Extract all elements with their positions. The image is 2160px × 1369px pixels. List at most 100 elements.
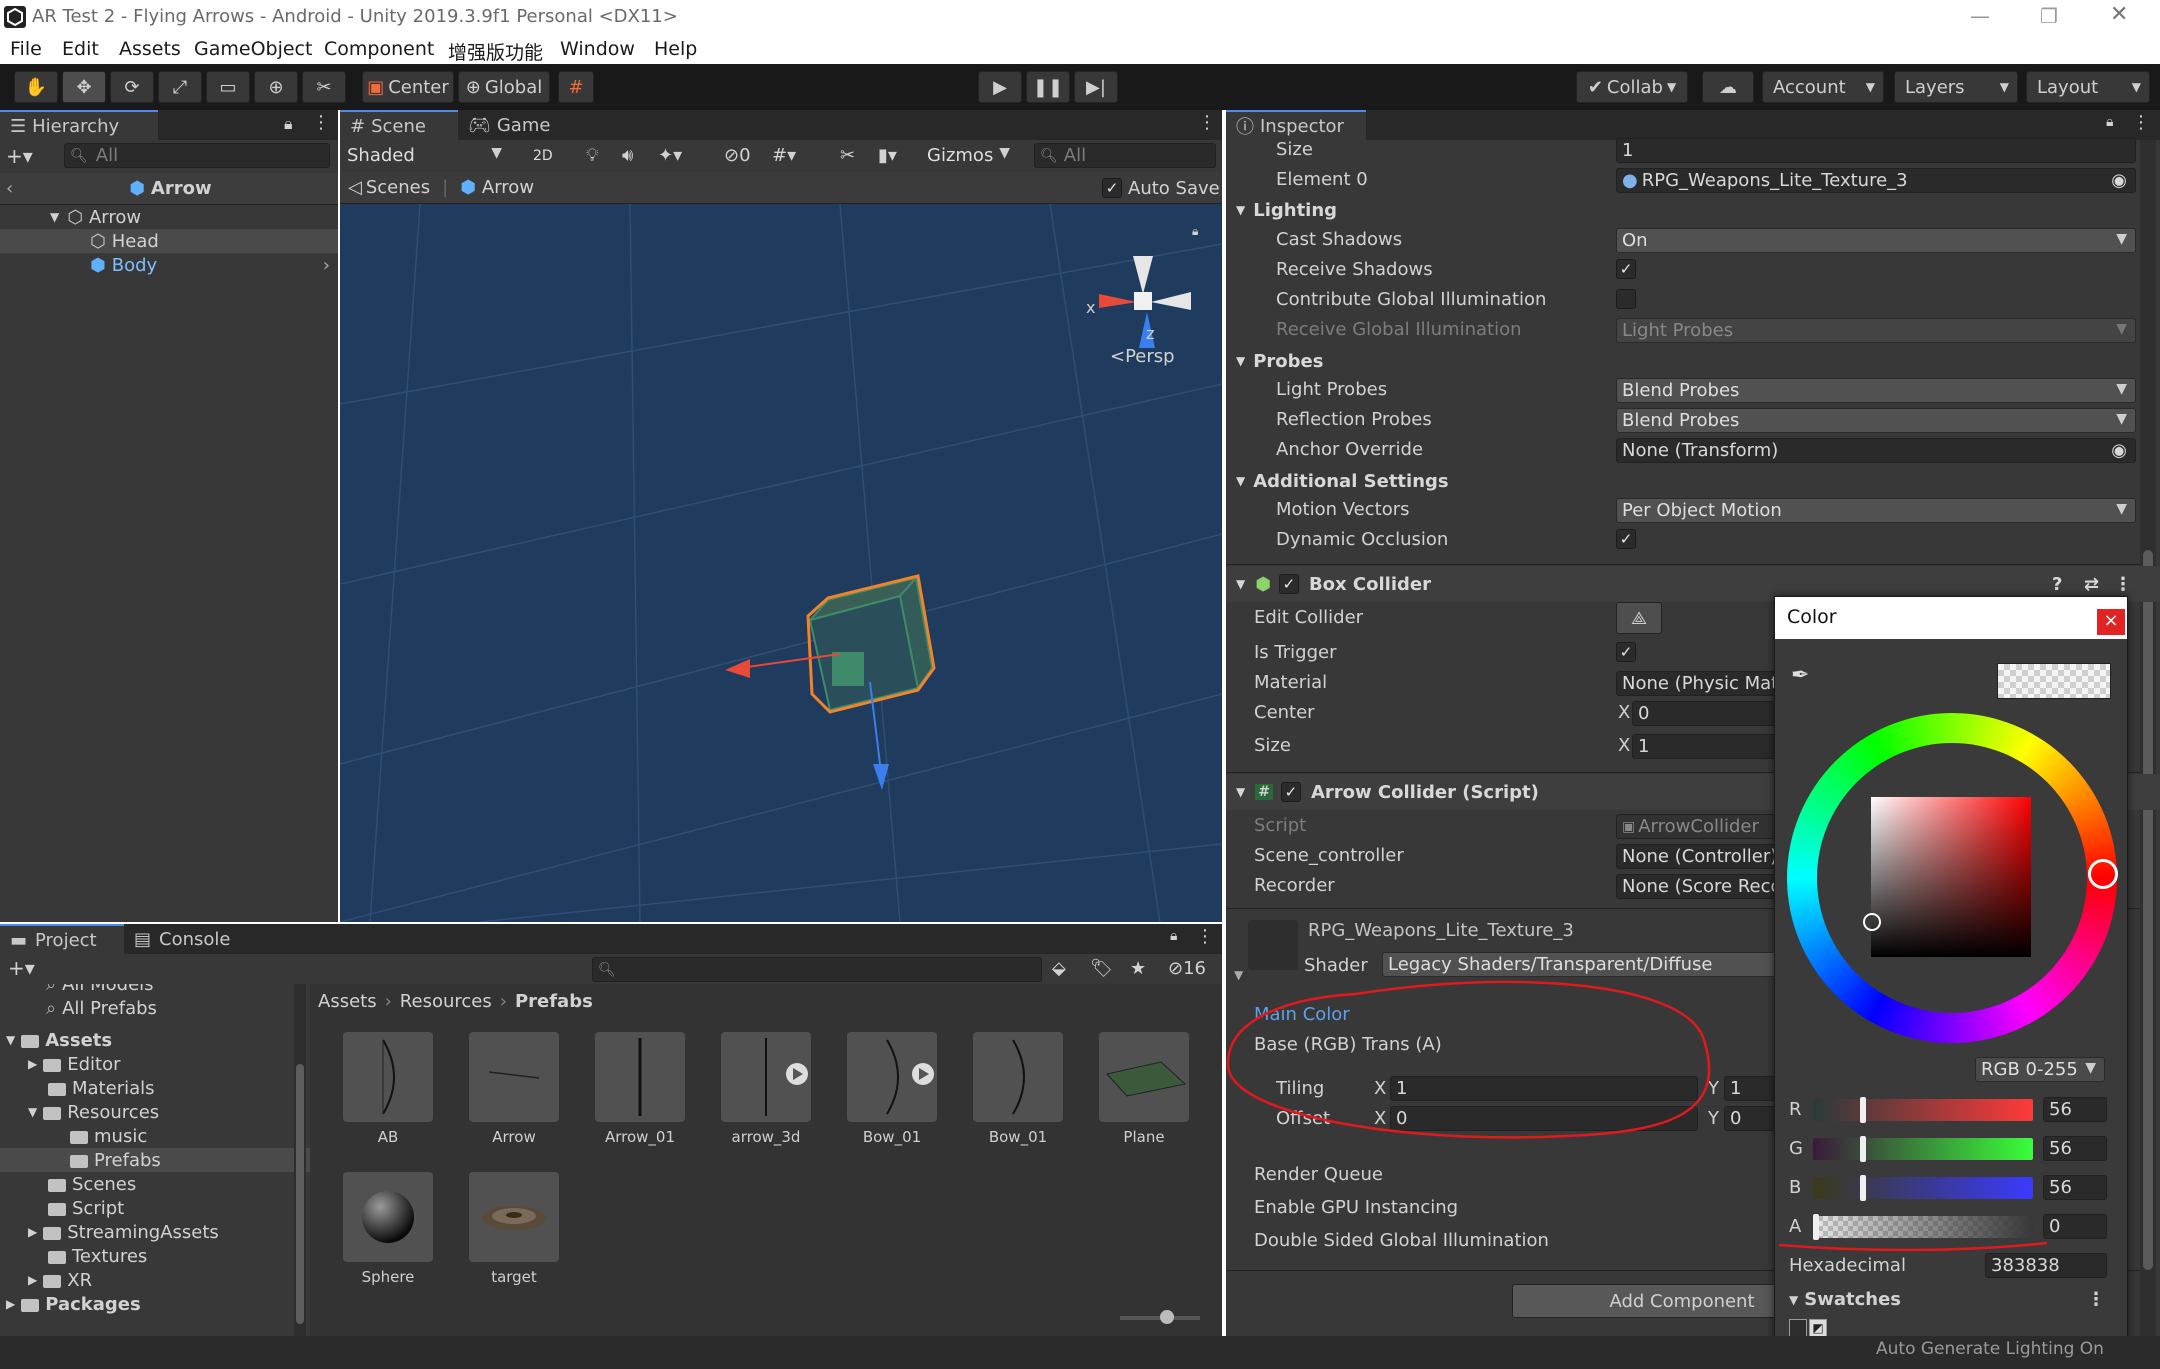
menu-gameobject[interactable]: GameObject	[194, 38, 312, 60]
breadcrumb-assets[interactable]: Assets	[318, 991, 377, 1012]
menu-file[interactable]: File	[10, 38, 42, 60]
expand-arrow-icon[interactable]: ▶	[28, 1273, 37, 1287]
add-swatch-icon[interactable]: ◩	[1809, 1319, 1827, 1337]
preset-icon[interactable]: ⇄	[2084, 574, 2099, 595]
pivot-global-button[interactable]: ⊕ Global	[458, 71, 550, 103]
blue-value-field[interactable]: 56	[2043, 1175, 2107, 1200]
expand-arrow-icon[interactable]: ▶	[28, 1057, 37, 1071]
breadcrumb-prefabs[interactable]: Prefabs	[515, 991, 593, 1012]
kebab-menu-icon[interactable]: ⋮	[312, 112, 330, 133]
step-button[interactable]: ▶|	[1074, 71, 1118, 103]
menu-assets[interactable]: Assets	[119, 38, 181, 60]
expand-arrow-icon[interactable]: ▶	[6, 1297, 15, 1311]
probes-section-header[interactable]: ▼ Probes	[1226, 346, 2160, 376]
menu-enhanced[interactable]: 增强版功能	[448, 38, 543, 65]
rect-tool-icon[interactable]: ▭	[206, 71, 250, 103]
inspector-scrollbar[interactable]	[2140, 140, 2156, 1336]
tab-project[interactable]: ▬ Project	[0, 924, 124, 954]
arrow-collider-enabled-checkbox[interactable]: ✓	[1280, 782, 1301, 802]
asset-tile[interactable]: Sphere	[342, 1172, 434, 1286]
asset-tile[interactable]: Arrow	[468, 1032, 560, 1146]
grid-toggle-icon[interactable]: #▾	[772, 145, 796, 166]
tree-item-script[interactable]: Script	[0, 1196, 310, 1220]
tab-scene[interactable]: # Scene	[340, 110, 458, 140]
tree-scrollbar[interactable]	[294, 984, 306, 1336]
account-dropdown[interactable]: Account ▼	[1762, 71, 1884, 103]
asset-tile[interactable]: Arrow_01	[594, 1032, 686, 1146]
lock-icon[interactable]: 🔒︎	[1170, 928, 1177, 944]
favorite-all-prefabs[interactable]: ⌕ All Prefabs	[0, 996, 310, 1020]
menu-component[interactable]: Component	[324, 38, 434, 60]
swatch-item[interactable]	[1789, 1319, 1807, 1337]
move-tool-icon[interactable]: ✥	[62, 71, 106, 103]
menu-window[interactable]: Window	[560, 38, 635, 60]
snap-grid-icon[interactable]: #	[558, 71, 594, 103]
tab-hierarchy[interactable]: ☰ Hierarchy	[0, 110, 158, 140]
close-button[interactable]: ✕	[2110, 2, 2128, 27]
is-trigger-checkbox[interactable]: ✓	[1616, 642, 1636, 662]
lock-icon[interactable]: 🔒︎	[2106, 114, 2113, 130]
tab-inspector[interactable]: ⓘ Inspector	[1226, 110, 1366, 140]
expand-arrow-icon[interactable]: ▶	[28, 1225, 37, 1239]
reflection-probes-dropdown[interactable]: Blend Probes ▼	[1616, 408, 2136, 433]
blue-slider[interactable]	[1813, 1175, 2033, 1201]
kebab-menu-icon[interactable]: ⋮	[1198, 112, 1216, 133]
hierarchy-item-body[interactable]: ⬢ Body ›	[0, 253, 338, 277]
thumbnail-size-slider[interactable]	[1120, 1310, 1200, 1324]
tree-item-music[interactable]: music	[0, 1124, 310, 1148]
green-value-field[interactable]: 56	[2043, 1136, 2107, 1161]
camera-icon[interactable]: ▮▾	[878, 145, 897, 166]
tree-item-scenes[interactable]: Scenes	[0, 1172, 310, 1196]
foldout-arrow-icon[interactable]: ▼	[1236, 474, 1245, 488]
scale-tool-icon[interactable]: ⤢	[158, 71, 202, 103]
object-picker-icon[interactable]: ◉	[2111, 170, 2127, 191]
red-slider[interactable]	[1813, 1097, 2033, 1123]
kebab-menu-icon[interactable]: ⋮	[2087, 1289, 2105, 1310]
expand-arrow-icon[interactable]: ▼	[50, 210, 59, 224]
asset-tile[interactable]: arrow_3d	[720, 1032, 812, 1146]
center-x-field[interactable]: 0	[1632, 701, 1776, 726]
menu-help[interactable]: Help	[654, 38, 697, 60]
hand-tool-icon[interactable]: ✋	[14, 71, 58, 103]
breadcrumb-resources[interactable]: Resources	[400, 991, 492, 1012]
favorite-all-models[interactable]: ⌕ All Models	[0, 984, 310, 996]
hierarchy-item-arrow[interactable]: ▼ ⬡ Arrow	[0, 205, 338, 229]
alpha-value-field[interactable]: 0	[2043, 1214, 2107, 1239]
swatches-header[interactable]: ▼ Swatches ⋮	[1789, 1289, 2119, 1310]
2d-toggle[interactable]: 2D	[528, 143, 566, 168]
tab-console[interactable]: ▤ Console	[124, 924, 248, 954]
foldout-arrow-icon[interactable]: ▼	[1789, 1293, 1798, 1307]
asset-tile[interactable]: Bow_01	[846, 1032, 938, 1146]
asset-tile[interactable]: Plane	[1098, 1032, 1190, 1146]
motion-vectors-dropdown[interactable]: Per Object Motion ▼	[1616, 498, 2136, 523]
saturation-value-square[interactable]	[1871, 797, 2031, 957]
collider-material-field[interactable]: None (Physic Mat	[1616, 671, 1776, 696]
tools-icon[interactable]: ✂	[840, 145, 855, 166]
cast-shadows-dropdown[interactable]: On ▼	[1616, 228, 2136, 253]
asset-tile[interactable]: Bow_01	[972, 1032, 1064, 1146]
tree-item-xr[interactable]: ▶ XR	[0, 1268, 310, 1292]
create-button[interactable]: +▾	[6, 144, 33, 168]
minimize-button[interactable]: —	[1970, 4, 1990, 28]
effects-icon[interactable]: ✦▾	[658, 145, 682, 166]
additional-settings-header[interactable]: ▼ Additional Settings	[1226, 466, 2160, 496]
contribute-gi-checkbox[interactable]	[1616, 289, 1636, 309]
chevron-right-icon[interactable]: ›	[323, 255, 330, 276]
transform-tool-icon[interactable]: ⊕	[254, 71, 298, 103]
dynamic-occlusion-checkbox[interactable]: ✓	[1616, 529, 1636, 549]
back-arrow-icon[interactable]: ‹	[6, 178, 13, 199]
color-mode-dropdown[interactable]: RGB 0-255 ▼	[1975, 1057, 2105, 1082]
pivot-center-button[interactable]: ▣ Center	[362, 71, 454, 103]
lock-icon[interactable]: 🔒︎	[1192, 224, 1198, 239]
scene-header[interactable]: ‹ ⬢ Arrow	[0, 173, 338, 205]
tree-item-materials[interactable]: Materials	[0, 1076, 310, 1100]
foldout-arrow-icon[interactable]: ▼	[1236, 785, 1245, 799]
object-picker-icon[interactable]: ◉	[2111, 440, 2127, 461]
green-slider-knob[interactable]	[1860, 1136, 1866, 1162]
maximize-button[interactable]: ❐	[2040, 4, 2058, 28]
foldout-arrow-icon[interactable]: ▼	[1236, 577, 1245, 591]
color-preview-swatch[interactable]	[1997, 663, 2111, 699]
gizmos-dropdown[interactable]: Gizmos ▼	[922, 143, 1018, 168]
edit-collider-button[interactable]: ⟁	[1616, 602, 1662, 634]
kebab-menu-icon[interactable]: ⋮	[2114, 574, 2132, 595]
